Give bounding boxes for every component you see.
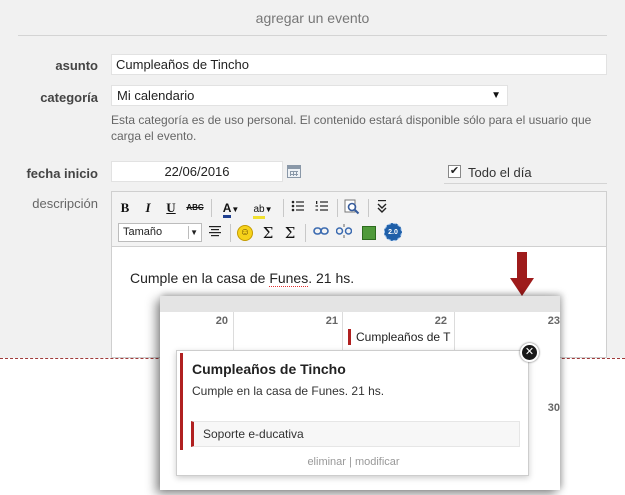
close-icon[interactable]: ✕ [520,343,539,362]
insert-image-icon[interactable] [362,226,376,240]
formula-editor-icon[interactable]: Σ [259,224,277,242]
editor-content[interactable]: Cumple en la casa de Funes. 21 hs. [130,270,355,287]
form-title: agregar un evento [18,0,607,36]
description-label: descripción [32,196,98,211]
event-color-bar [180,353,183,450]
chevron-down-icon: ▼ [231,205,240,214]
edit-event-link[interactable]: modificar [355,456,400,468]
event-detail-popup: Cumpleaños de Tincho Cumple en la casa d… [176,350,529,476]
action-separator: | [349,456,352,468]
calendar-header-strip [160,296,560,312]
calendar-event-chip[interactable]: Cumpleaños de T [348,329,452,345]
category-help-text: Esta categoría es de uso personal. El co… [111,113,592,143]
find-replace-icon[interactable] [343,199,361,217]
spellcheck-word: Funes [269,270,309,287]
category-select-value: Mi calendario [117,88,195,103]
subject-label: asunto [55,58,98,73]
chevron-down-icon: ▼ [190,228,198,237]
divider [233,312,234,352]
start-date-input[interactable]: 22/06/2016 [111,161,283,182]
bold-button[interactable]: B [118,199,132,217]
event-actions: eliminar | modificar [177,456,530,468]
editor-content-start: Cumple en la casa de [130,270,270,286]
divider [444,183,607,184]
italic-button[interactable]: I [141,199,155,217]
web2-badge-icon[interactable]: 2.0 [384,223,402,241]
all-day-label: Todo el día [468,165,532,180]
event-calendar-name: Soporte e-ducativa [191,421,520,447]
align-justify-icon[interactable] [206,224,224,242]
highlight-label: ab [253,203,265,219]
divider [188,226,189,239]
down-arrow-icon [510,252,534,296]
font-size-label: Tamaño [123,226,163,238]
sum-icon[interactable]: Σ [282,224,298,242]
toolbar-separator [283,199,284,217]
calendar-day-number[interactable]: 22 [419,315,447,327]
bullet-list-icon[interactable] [289,199,307,217]
calendar-day-number[interactable]: 23 [532,315,560,327]
highlight-button[interactable]: ab▼ [248,199,278,219]
divider [342,312,343,352]
dropdown-arrow-icon: ▼ [491,90,501,101]
numbered-list-icon[interactable] [313,199,331,217]
underline-button[interactable]: U [164,199,178,217]
event-title: Cumpleaños de Tincho [192,361,346,377]
toolbar-separator [305,224,306,242]
toolbar-separator [337,199,338,217]
divider [454,312,455,352]
toolbar-separator [211,199,212,217]
editor-content-end: . 21 hs. [308,270,355,286]
emoticon-icon[interactable]: ☺ [237,225,253,241]
chevron-down-icon: ▼ [264,205,273,214]
editor-toolbar: B I U ABC A▼ ab▼ Tamaño ▼ ☺ Σ Σ 2.0 [112,192,606,247]
expand-toolbar-icon[interactable] [374,199,390,217]
link-icon[interactable] [312,224,330,242]
start-date-label: fecha inicio [26,166,98,181]
delete-event-link[interactable]: eliminar [307,456,346,468]
toolbar-separator [230,224,231,242]
unlink-icon[interactable] [335,224,353,242]
toolbar-separator [368,199,369,217]
strikethrough-button[interactable]: ABC [185,199,205,217]
subject-input[interactable]: Cumpleaños de Tincho [111,54,607,75]
calendar-day-number[interactable]: 21 [310,315,338,327]
calendar-day-number[interactable]: 20 [200,315,228,327]
font-size-select[interactable]: Tamaño ▼ [118,223,202,242]
font-color-button[interactable]: A▼ [216,199,246,218]
calendar-picker-icon[interactable] [287,165,301,178]
all-day-checkbox[interactable]: ✔ [448,165,461,178]
category-label: categoría [40,90,98,105]
calendar-day-number[interactable]: 30 [532,402,560,414]
event-description: Cumple en la casa de Funes. 21 hs. [192,384,385,398]
category-select[interactable]: Mi calendario ▼ [111,85,508,106]
